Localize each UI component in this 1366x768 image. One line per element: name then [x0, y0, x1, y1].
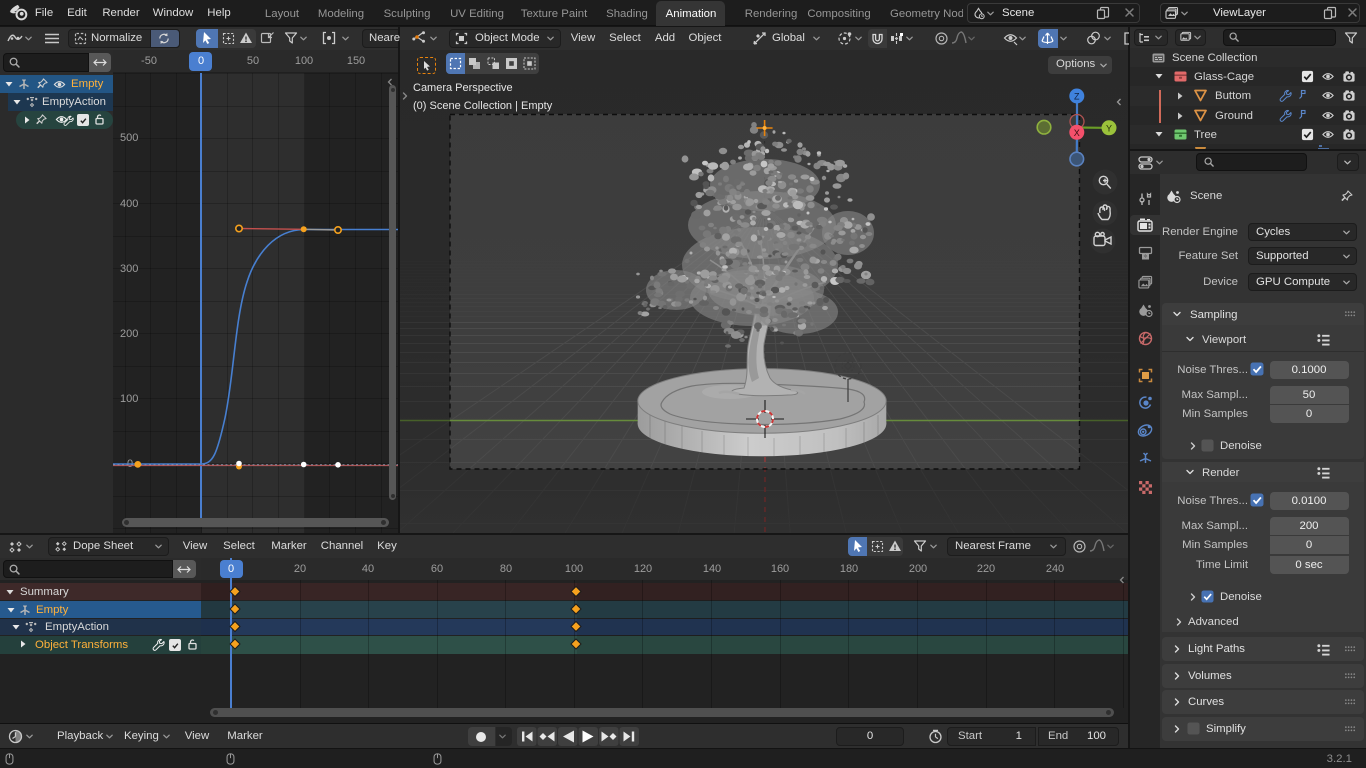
svg-text:X: X: [1074, 128, 1080, 138]
svg-text:Z: Z: [1074, 92, 1080, 102]
svg-text:Y: Y: [1106, 123, 1112, 133]
